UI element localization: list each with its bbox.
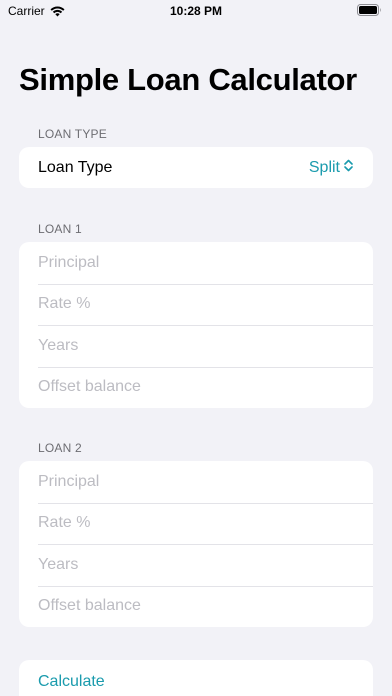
loan1-rate-field[interactable]: Rate % bbox=[19, 283, 373, 326]
loan-type-card: Loan Type Split bbox=[19, 147, 373, 188]
loan2-offset-field[interactable]: Offset balance bbox=[19, 585, 373, 628]
status-bar: Carrier 10:28 PM bbox=[0, 0, 392, 22]
loan2-years-field[interactable]: Years bbox=[19, 544, 373, 586]
loan1-years-placeholder: Years bbox=[38, 336, 79, 354]
app-screen: Carrier 10:28 PM Simple Loan Calculator bbox=[0, 0, 392, 696]
loan1-offset-field[interactable]: Offset balance bbox=[19, 366, 373, 409]
loan-type-picker[interactable]: Loan Type Split bbox=[19, 147, 373, 188]
loan1-rate-placeholder: Rate % bbox=[38, 295, 91, 313]
loan2-rate-field[interactable]: Rate % bbox=[19, 502, 373, 545]
chevron-up-down-icon bbox=[344, 159, 353, 177]
calculate-button[interactable]: Calculate bbox=[19, 660, 373, 696]
loan1-card: Principal Rate % Years Offset balance bbox=[19, 242, 373, 408]
loan-type-value: Split bbox=[308, 158, 340, 176]
page-title: Simple Loan Calculator bbox=[19, 62, 357, 97]
loan-type-value-container[interactable]: Split bbox=[309, 159, 353, 177]
loan1-offset-placeholder: Offset balance bbox=[38, 378, 141, 396]
loan-type-label: Loan Type bbox=[38, 158, 113, 176]
loan2-years-placeholder: Years bbox=[38, 555, 79, 573]
loan-type-header: LOAN TYPE bbox=[38, 127, 107, 141]
loan2-offset-placeholder: Offset balance bbox=[38, 597, 141, 615]
loan2-principal-field[interactable]: Principal bbox=[19, 461, 373, 503]
battery-icon bbox=[357, 4, 382, 16]
loan1-header: LOAN 1 bbox=[38, 222, 82, 236]
loan2-rate-placeholder: Rate % bbox=[38, 514, 91, 532]
status-time: 10:28 PM bbox=[169, 4, 223, 18]
loan2-header: LOAN 2 bbox=[38, 441, 82, 455]
status-right bbox=[357, 4, 382, 16]
loan2-principal-placeholder: Principal bbox=[38, 472, 100, 490]
loan2-card: Principal Rate % Years Offset balance bbox=[19, 461, 373, 627]
loan1-principal-field[interactable]: Principal bbox=[19, 242, 373, 284]
loan1-years-field[interactable]: Years bbox=[19, 325, 373, 367]
loan1-principal-placeholder: Principal bbox=[38, 253, 100, 271]
calculate-card: Calculate bbox=[19, 660, 373, 696]
